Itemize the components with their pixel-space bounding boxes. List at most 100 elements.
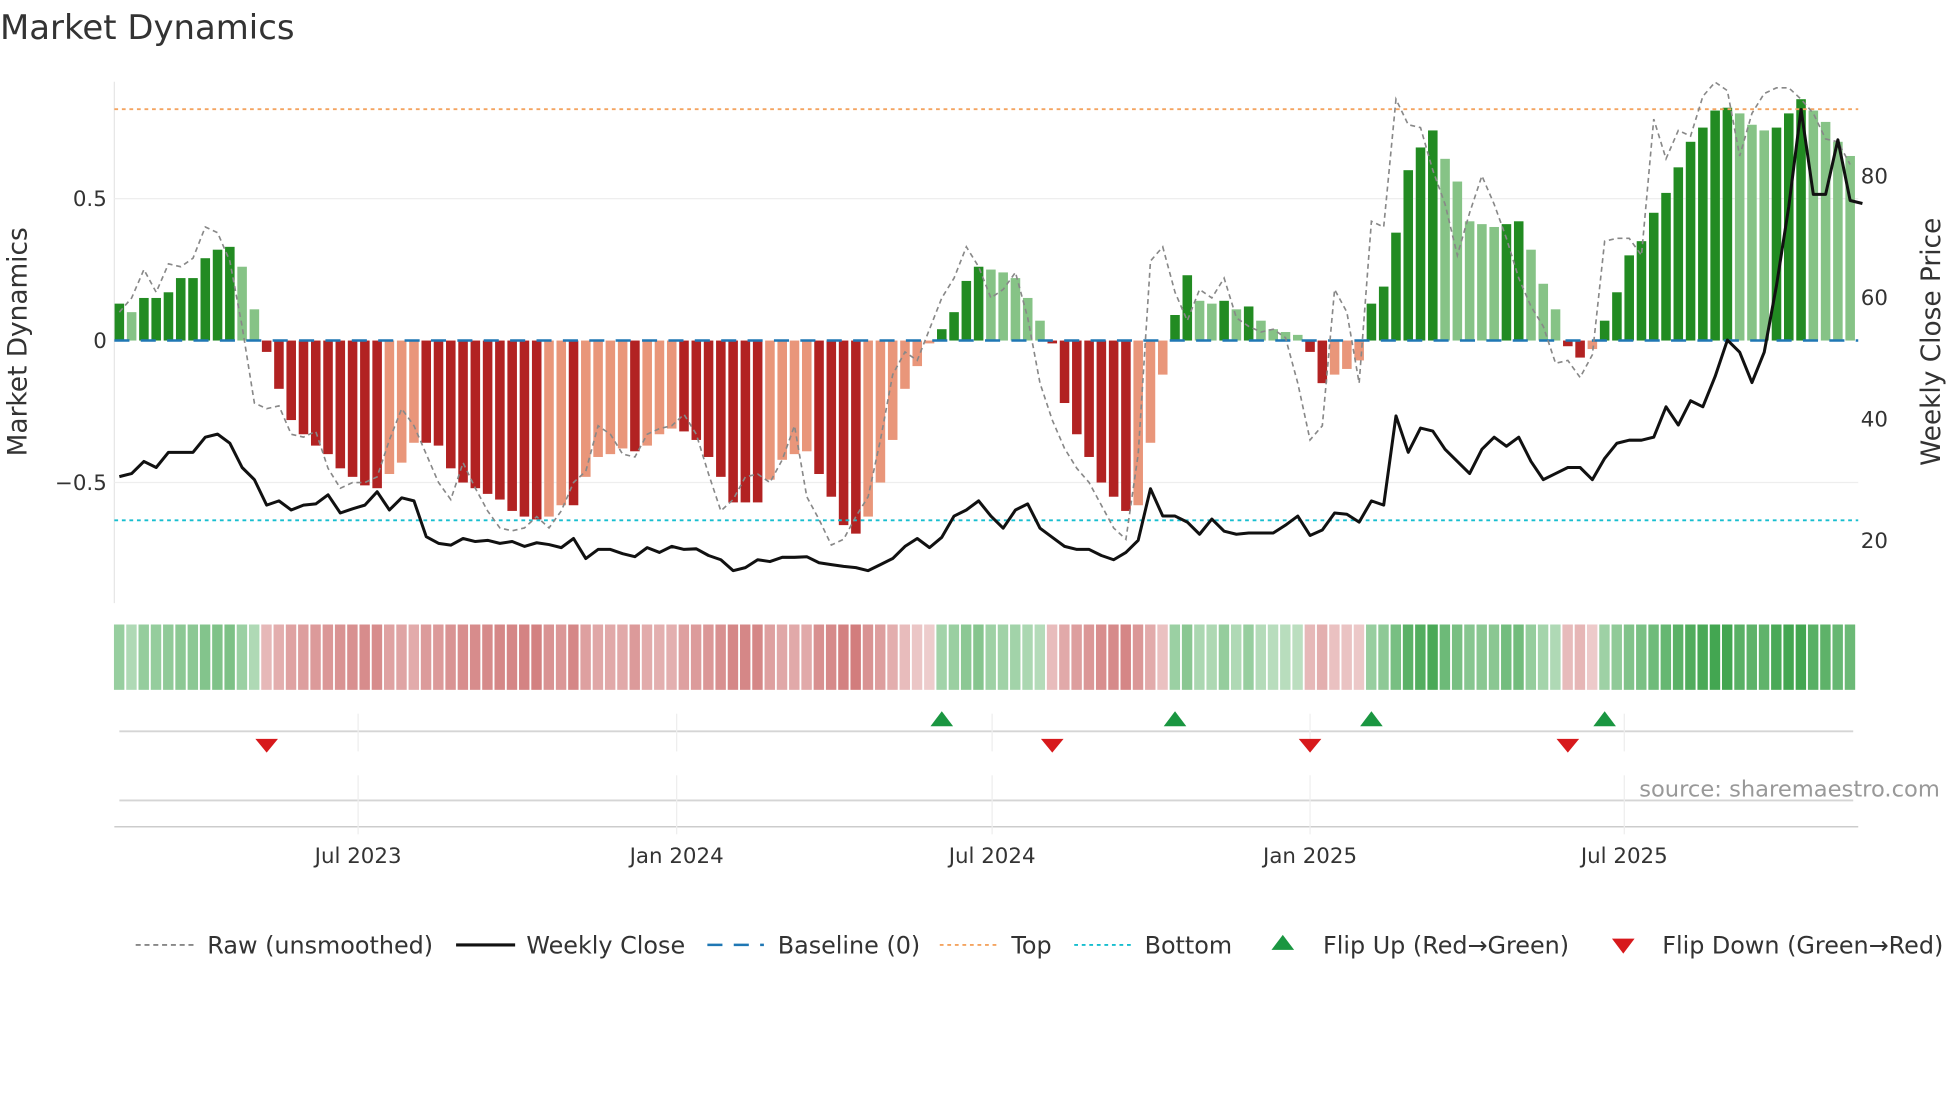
bar bbox=[1747, 124, 1757, 341]
bar bbox=[1121, 340, 1131, 511]
bar bbox=[691, 340, 702, 440]
bar bbox=[1513, 221, 1524, 341]
bar bbox=[1108, 340, 1119, 497]
bar bbox=[372, 340, 382, 489]
legend-flip-down-icon bbox=[1611, 938, 1635, 954]
bar bbox=[900, 340, 910, 389]
bar bbox=[1207, 303, 1217, 341]
bar bbox=[826, 340, 837, 497]
bar bbox=[1133, 340, 1143, 506]
bar bbox=[1685, 141, 1696, 341]
bar bbox=[1145, 340, 1156, 443]
heat-cell bbox=[1599, 624, 1610, 690]
heat-cell bbox=[1292, 624, 1303, 690]
heat-cell bbox=[1059, 624, 1070, 690]
heat-cell bbox=[1083, 624, 1095, 690]
heat-cell bbox=[654, 624, 665, 690]
heat-cell bbox=[568, 624, 579, 690]
bar bbox=[1084, 340, 1094, 457]
bar bbox=[1182, 275, 1193, 341]
bar bbox=[1575, 340, 1585, 358]
heat-cell bbox=[1120, 624, 1131, 690]
heat-cell bbox=[1623, 624, 1635, 690]
legend-raw-label: Raw (unsmoothed) bbox=[207, 932, 433, 960]
bar bbox=[1305, 340, 1315, 352]
chart-title: Market Dynamics bbox=[0, 8, 295, 47]
bar bbox=[433, 340, 444, 446]
x-tick-label: Jul 2025 bbox=[1579, 844, 1668, 869]
bar bbox=[507, 340, 517, 511]
bar bbox=[765, 340, 775, 480]
heat-cell bbox=[813, 624, 825, 690]
bar bbox=[1710, 110, 1720, 341]
bar bbox=[1526, 249, 1536, 341]
heat-cell bbox=[261, 624, 272, 690]
bar bbox=[126, 312, 137, 341]
heat-cell bbox=[948, 624, 960, 690]
heat-cell bbox=[1108, 624, 1119, 690]
bar bbox=[1489, 226, 1499, 341]
flip-up-marker bbox=[1593, 711, 1616, 727]
heat-cell bbox=[690, 624, 702, 690]
heat-cell bbox=[1230, 624, 1242, 690]
heat-cell bbox=[322, 624, 334, 690]
bar bbox=[446, 340, 456, 469]
heat-cell bbox=[617, 624, 628, 690]
bar bbox=[1734, 113, 1745, 341]
heat-cell bbox=[887, 624, 898, 690]
heat-cell bbox=[801, 624, 812, 690]
bar bbox=[298, 340, 309, 435]
bar bbox=[1612, 292, 1622, 341]
heat-cell bbox=[985, 624, 996, 690]
heat-cell bbox=[739, 624, 751, 690]
heat-cell bbox=[1157, 624, 1168, 690]
bar bbox=[1452, 181, 1463, 341]
legend-flip-up-icon bbox=[1271, 934, 1295, 950]
heat-cell bbox=[506, 624, 518, 690]
bar bbox=[777, 340, 787, 460]
legend-top-label: Top bbox=[1010, 932, 1051, 960]
heat-cell bbox=[248, 624, 260, 690]
heat-cell bbox=[678, 624, 690, 690]
heat-cell bbox=[1267, 624, 1279, 690]
y2-tick-label: 20 bbox=[1861, 529, 1888, 554]
y2-axis-label: Weekly Close Price bbox=[1917, 218, 1947, 466]
bar bbox=[1072, 340, 1082, 435]
legend-close-label: Weekly Close bbox=[526, 932, 685, 960]
heat-cell bbox=[1427, 624, 1438, 690]
bar bbox=[1464, 221, 1475, 341]
heat-cell bbox=[1734, 624, 1745, 690]
heat-cell bbox=[1010, 624, 1021, 690]
bar bbox=[1501, 224, 1512, 341]
bar bbox=[973, 266, 984, 341]
bar bbox=[949, 312, 959, 341]
bar bbox=[188, 278, 198, 341]
bar bbox=[163, 292, 174, 341]
bar bbox=[1428, 130, 1438, 341]
heat-cell bbox=[1844, 624, 1856, 690]
bar bbox=[1624, 255, 1634, 341]
bar bbox=[1170, 314, 1180, 341]
bar bbox=[212, 249, 223, 341]
heat-cell bbox=[1636, 624, 1647, 690]
bar bbox=[851, 340, 861, 534]
bar bbox=[1035, 320, 1045, 341]
bar bbox=[581, 340, 591, 477]
bar bbox=[1636, 241, 1647, 341]
heat-cell bbox=[433, 624, 444, 690]
bar bbox=[1194, 300, 1205, 341]
heat-cell bbox=[1071, 624, 1082, 690]
heat-cell bbox=[1243, 624, 1254, 690]
legend-flip-up-label: Flip Up (Red→Green) bbox=[1323, 932, 1569, 960]
heat-cell bbox=[1648, 624, 1659, 690]
legend-bottom-label: Bottom bbox=[1145, 932, 1233, 960]
heat-cell bbox=[187, 624, 199, 690]
heat-cell bbox=[1709, 624, 1721, 690]
bar bbox=[593, 340, 603, 457]
heat-cell bbox=[715, 624, 726, 690]
bar bbox=[249, 309, 260, 341]
bar bbox=[801, 340, 812, 452]
bar bbox=[1722, 107, 1733, 341]
bar bbox=[728, 340, 738, 503]
bar bbox=[1329, 340, 1340, 375]
